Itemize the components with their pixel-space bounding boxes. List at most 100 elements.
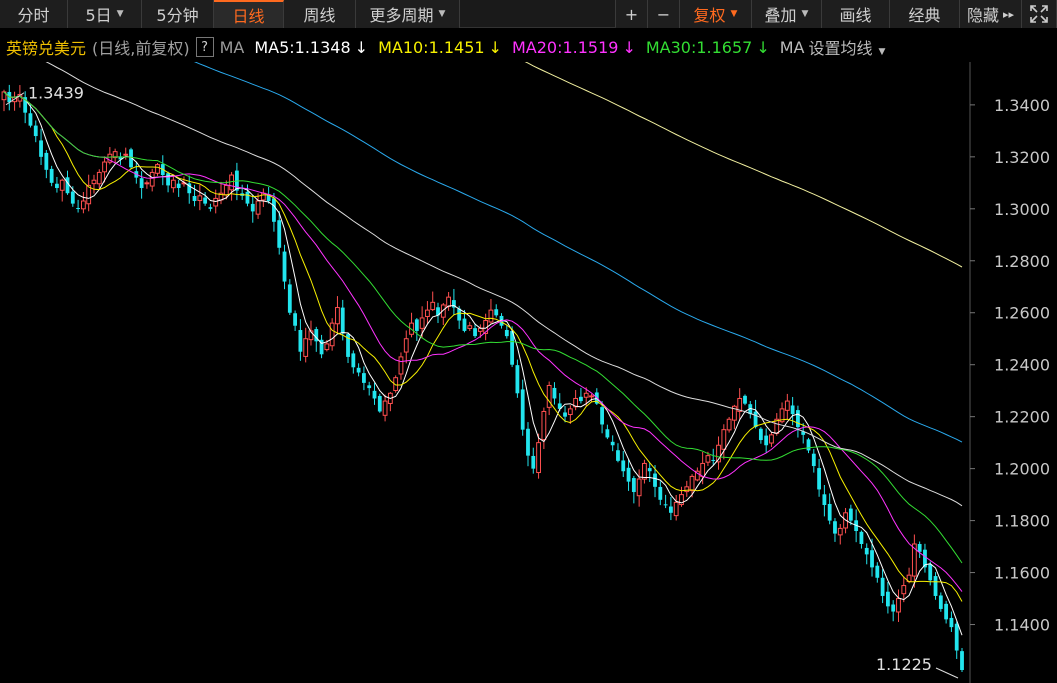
help-icon[interactable]: ? <box>195 37 214 57</box>
candle-down <box>600 407 604 425</box>
toolbar-items-0[interactable]: 分时 <box>0 0 68 28</box>
candle-down <box>39 140 43 157</box>
price-tick-label: 1.2400 <box>994 356 1050 375</box>
max-price-label: 1.3439 <box>28 84 84 103</box>
toolbar-items-2[interactable]: 5分钟 <box>142 0 214 28</box>
ma120-line <box>193 62 963 443</box>
fullscreen-button[interactable] <box>1022 0 1057 28</box>
toolbar-label: + <box>624 4 639 24</box>
candle-down <box>494 309 499 316</box>
toolbar-right-4[interactable]: 画线 <box>822 0 890 28</box>
toolbar-items-5[interactable]: 更多周期 ▼ <box>356 0 460 28</box>
candle-down <box>859 531 864 544</box>
toolbar-items-3[interactable]: 日线 <box>214 0 284 28</box>
candle-up <box>255 200 261 215</box>
candle-down <box>76 208 81 210</box>
toolbar-label: 更多周期 <box>369 6 434 25</box>
candle-down <box>367 385 372 389</box>
legend-ma30-value: MA30:1.1657 <box>645 37 753 57</box>
candle-down <box>139 178 144 189</box>
symbol-name[interactable]: 英镑兑美元 <box>6 35 86 59</box>
toolbar-label: 经典 <box>908 6 941 25</box>
candle-down <box>864 547 869 555</box>
ma-settings-dropdown[interactable]: 设置均线 ▼ <box>808 35 885 59</box>
fullscreen-icon <box>1030 5 1048 23</box>
candle-up <box>467 325 473 329</box>
price-tick-label: 1.1400 <box>994 616 1050 635</box>
candle-up <box>583 392 589 398</box>
candle-down <box>621 460 626 472</box>
candle-down <box>891 604 896 612</box>
price-tick-label: 1.2000 <box>994 460 1050 479</box>
candle-down <box>414 319 419 331</box>
candle-down <box>504 329 509 337</box>
candle-up <box>642 462 647 480</box>
candle-down <box>626 467 631 482</box>
candle-down <box>658 486 663 500</box>
candle-down <box>880 577 885 596</box>
chevron-down-icon: ▼ <box>878 47 886 57</box>
arrow-down-icon: ↓ <box>354 37 369 57</box>
candle-up <box>59 179 65 191</box>
price-tick-label: 1.3000 <box>994 200 1050 219</box>
candle-up <box>425 309 430 317</box>
toolbar-items-1[interactable]: 5日 ▼ <box>68 0 142 28</box>
legend-ma20: MA20:1.1519 ↓ <box>512 38 636 57</box>
candle-down <box>875 565 880 578</box>
toolbar-right-2[interactable]: 复权 ▼ <box>680 0 752 28</box>
candle-down <box>351 353 356 368</box>
candle-up <box>96 171 102 185</box>
toolbar-right-6[interactable]: 隐藏 ▸▸ <box>960 0 1022 28</box>
candlestick-chart[interactable]: 1.3400 1.3200 1.3000 1.2800 1.2600 1.2400 1.22… <box>0 62 1057 683</box>
candle-down <box>605 429 610 438</box>
double-chevron-right-icon: ▸▸ <box>1002 7 1015 21</box>
legend-ma20-value: MA20:1.1519 <box>511 37 619 57</box>
candle-down <box>340 307 345 334</box>
toolbar-right-1[interactable]: − <box>648 0 680 28</box>
candle-down <box>616 450 620 461</box>
candle-up <box>303 338 309 357</box>
toolbar-label: 5分钟 <box>156 6 199 25</box>
candle-up <box>403 338 409 353</box>
candle-down <box>938 595 943 609</box>
candle-down <box>653 473 657 487</box>
candle-up <box>536 442 541 474</box>
candle-up <box>541 410 547 441</box>
candle-down <box>944 603 949 620</box>
candle-down <box>250 203 255 212</box>
candle-down <box>647 468 652 472</box>
candle-down <box>473 328 477 337</box>
candle-down <box>933 576 938 596</box>
candle-up <box>837 527 843 536</box>
candle-down <box>663 504 668 506</box>
candle-down <box>55 183 59 189</box>
legend-ma-more: MA <box>780 38 805 57</box>
candle-down <box>356 367 361 373</box>
chart-toolbar: 分时 5日 ▼ 5分钟 日线 周线 更多周期 ▼ + − 复权 ▼ 叠加 ▼ 画线 经典 隐藏 ▸▸ <box>0 0 1057 28</box>
candle-down <box>822 494 827 506</box>
toolbar-right-3[interactable]: 叠加 ▼ <box>752 0 822 28</box>
candle-up <box>149 171 155 187</box>
toolbar-right-5[interactable]: 经典 <box>890 0 960 28</box>
candle-down <box>203 197 208 204</box>
candle-down <box>272 198 276 222</box>
candle-up <box>546 384 552 408</box>
candle-up <box>769 434 774 444</box>
candle-down <box>796 410 800 428</box>
candle-down <box>848 508 853 521</box>
ma-settings-label: 设置均线 <box>808 39 873 58</box>
candle-up <box>155 164 160 174</box>
candle-down <box>960 651 964 671</box>
toolbar-items-4[interactable]: 周线 <box>284 0 356 28</box>
toolbar-label: 周线 <box>303 6 336 25</box>
candle-up <box>684 486 690 493</box>
toolbar-right-0[interactable]: + <box>616 0 648 28</box>
candle-down <box>917 544 922 552</box>
legend-ma5: MA5:1.1348 ↓ <box>254 38 368 57</box>
candle-up <box>636 478 642 497</box>
candle-up <box>86 184 92 205</box>
price-tick-label: 1.3400 <box>994 96 1050 115</box>
candle-down <box>668 506 673 513</box>
toolbar-label: 5日 <box>85 6 112 25</box>
candle-down <box>552 387 557 399</box>
